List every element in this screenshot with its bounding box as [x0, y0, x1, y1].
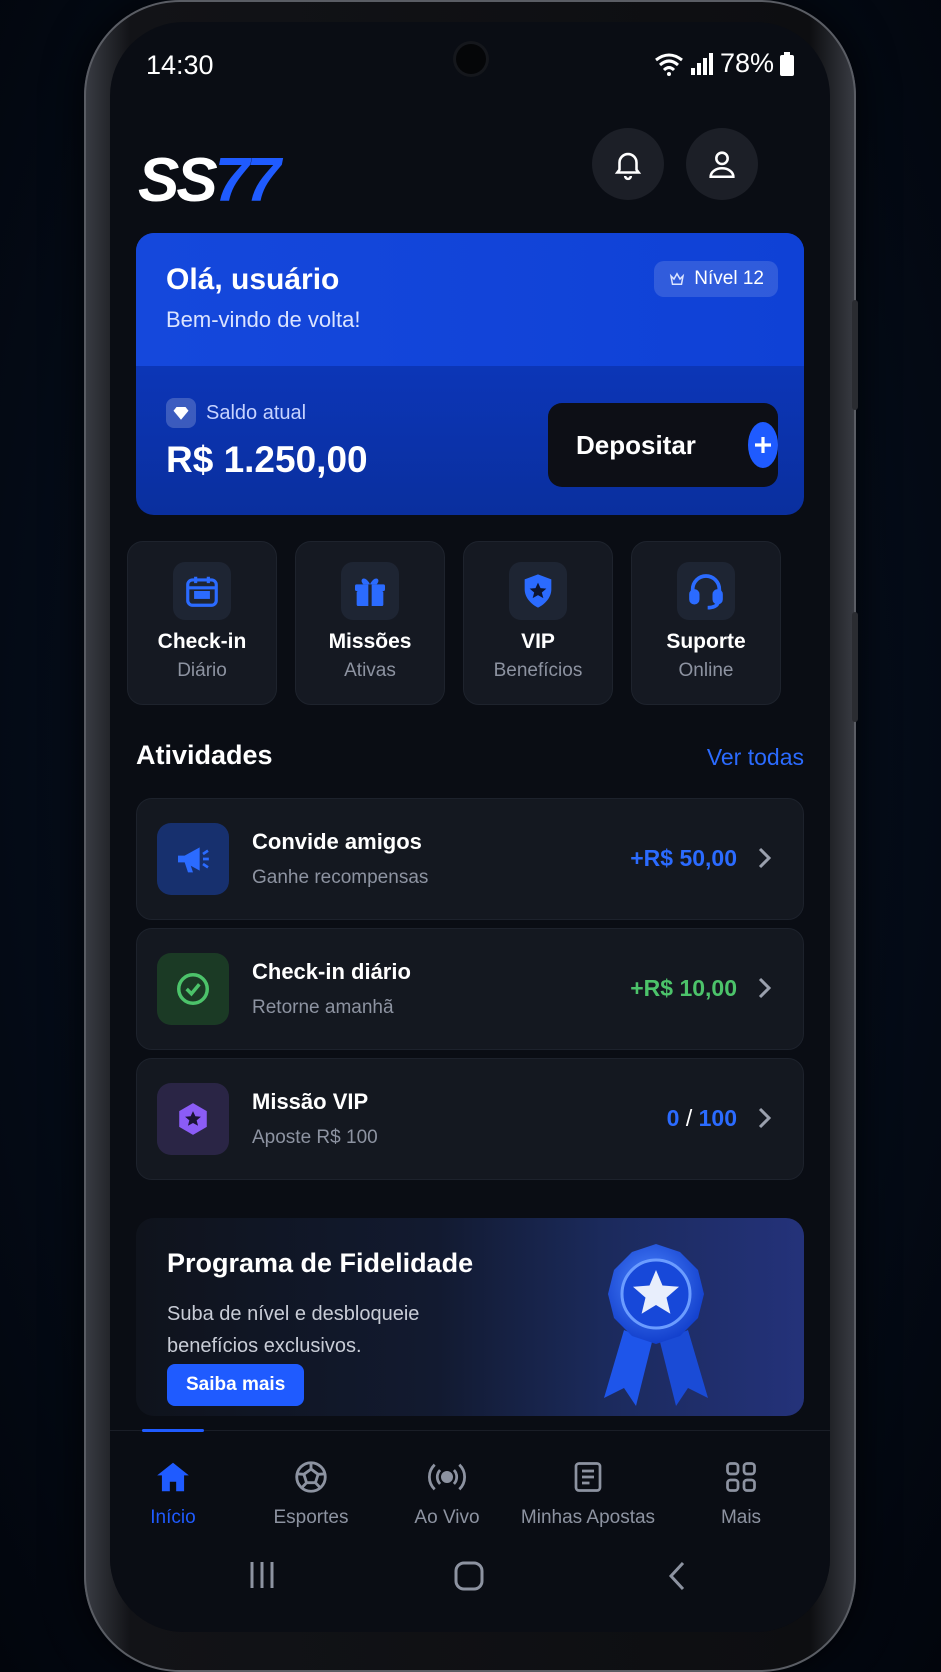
front-camera	[456, 44, 486, 74]
balance-label: Saldo atual	[166, 398, 306, 428]
battery-percent: 78%	[719, 48, 774, 78]
quick-action-vip[interactable]: VIP Benefícios	[463, 541, 613, 705]
chevron-right-icon	[758, 977, 772, 999]
bottom-nav: Início Esportes Ao Vivo Minhas Apostas M…	[110, 1429, 830, 1632]
nav-item-my-bets[interactable]: Minhas Apostas	[508, 1455, 668, 1529]
nav-item-home[interactable]: Início	[110, 1455, 248, 1529]
deposit-label: Depositar	[576, 429, 696, 460]
quick-action-subtitle: Benefícios	[493, 660, 583, 681]
ball-icon	[295, 1461, 327, 1493]
headset-icon	[677, 562, 735, 620]
loyalty-description: Suba de nível e desbloqueie benefícios e…	[167, 1303, 420, 1357]
signal-icon	[690, 52, 713, 75]
nav-label: Minhas Apostas	[520, 1507, 656, 1528]
progress-separator: /	[685, 1105, 693, 1131]
greeting: Olá, usuário	[166, 263, 340, 296]
loyalty-banner: Programa de Fidelidade Suba de nível e d…	[136, 1218, 804, 1416]
quick-action-title: Suporte	[666, 630, 746, 653]
megaphone-icon	[157, 823, 229, 895]
nav-label: Início	[150, 1507, 196, 1528]
quick-action-missions[interactable]: Missões Ativas	[295, 541, 445, 705]
app-logo[interactable]: SS77	[138, 150, 281, 212]
activity-title: Missão VIP	[252, 1089, 369, 1114]
welcome-top	[136, 233, 804, 366]
nav-label: Esportes	[273, 1507, 349, 1528]
quick-action-subtitle: Online	[678, 660, 734, 681]
calendar-icon	[173, 562, 231, 620]
status-time: 14:30	[146, 50, 214, 80]
notifications-button[interactable]	[592, 128, 664, 200]
activity-reward: +R$ 50,00	[630, 845, 737, 871]
quick-action-title: Check-in	[157, 630, 247, 653]
recents-icon[interactable]	[246, 1559, 278, 1591]
profile-button[interactable]	[686, 128, 758, 200]
activity-reward: +R$ 10,00	[630, 975, 737, 1001]
quick-action-support[interactable]: Suporte Online	[631, 541, 781, 705]
quick-action-checkin[interactable]: Check-in Diário	[127, 541, 277, 705]
volume-button	[852, 300, 858, 410]
nav-item-live[interactable]: Ao Vivo	[372, 1455, 522, 1529]
gift-icon	[341, 562, 399, 620]
nav-item-sports[interactable]: Esportes	[236, 1455, 386, 1529]
activities-title: Atividades	[136, 740, 273, 770]
quick-action-title: Missões	[328, 630, 412, 653]
status-bar: 14:30 78%	[110, 22, 830, 112]
activity-progress: 0 / 100	[667, 1105, 737, 1132]
home-icon	[157, 1462, 189, 1492]
nav-label: Ao Vivo	[414, 1507, 480, 1528]
loyalty-title: Programa de Fidelidade	[167, 1248, 474, 1278]
progress-current: 0	[666, 1105, 680, 1131]
medal-icon	[604, 1244, 708, 1406]
diamond-icon	[166, 398, 196, 428]
level-badge[interactable]: Nível 12	[654, 261, 778, 297]
chevron-right-icon	[758, 1107, 772, 1129]
nav-item-more[interactable]: Mais	[666, 1455, 816, 1529]
screen: 14:30 78% SS77 Olá, usuário Bem-vindo de…	[110, 22, 830, 1632]
back-icon[interactable]	[664, 1559, 690, 1593]
progress-target: 100	[698, 1105, 737, 1131]
live-icon	[428, 1463, 466, 1491]
activity-subtitle: Aposte R$ 100	[252, 1127, 378, 1148]
user-icon	[709, 151, 735, 179]
activity-daily-checkin[interactable]: Check-in diário Retorne amanhã +R$ 10,00	[136, 928, 804, 1050]
battery-icon	[780, 51, 794, 76]
activity-subtitle: Retorne amanhã	[252, 997, 394, 1018]
balance-label-text: Saldo atual	[206, 401, 307, 424]
learn-more-button[interactable]: Saiba mais	[167, 1364, 305, 1406]
logo-main: SS	[138, 146, 218, 215]
logo-accent: 77	[214, 146, 281, 215]
quick-action-subtitle: Diário	[177, 660, 227, 681]
see-all-link[interactable]: Ver todas	[707, 744, 804, 771]
welcome-subtitle: Bem-vindo de volta!	[166, 307, 361, 332]
balance-value: R$ 1.250,00	[166, 439, 368, 480]
level-text: Nível 12	[694, 268, 764, 289]
activity-vip-mission[interactable]: Missão VIP Aposte R$ 100 0 / 100	[136, 1058, 804, 1180]
deposit-button[interactable]: Depositar	[548, 403, 778, 487]
welcome-card: Olá, usuário Bem-vindo de volta! Nível 1…	[136, 233, 804, 515]
grid-icon	[726, 1462, 756, 1492]
bell-icon	[614, 152, 642, 181]
wifi-icon	[655, 53, 683, 76]
nav-label: Mais	[720, 1507, 762, 1528]
power-button	[852, 612, 858, 722]
activity-subtitle: Ganhe recompensas	[252, 867, 429, 888]
crown-icon	[670, 272, 685, 285]
hexagon-star-icon	[157, 1083, 229, 1155]
quick-action-subtitle: Ativas	[344, 660, 396, 681]
chevron-right-icon	[758, 847, 772, 869]
check-circle-icon	[157, 953, 229, 1025]
home-system-icon[interactable]	[452, 1559, 486, 1593]
plus-icon	[747, 422, 778, 468]
ticket-icon	[574, 1462, 602, 1492]
quick-action-title: VIP	[521, 630, 555, 653]
activity-invite-friends[interactable]: Convide amigos Ganhe recompensas +R$ 50,…	[136, 798, 804, 920]
activity-title: Convide amigos	[252, 829, 422, 854]
activity-title: Check-in diário	[252, 959, 411, 984]
nav-active-indicator	[142, 1429, 204, 1432]
status-icons: 78%	[654, 48, 794, 79]
shield-star-icon	[509, 562, 567, 620]
